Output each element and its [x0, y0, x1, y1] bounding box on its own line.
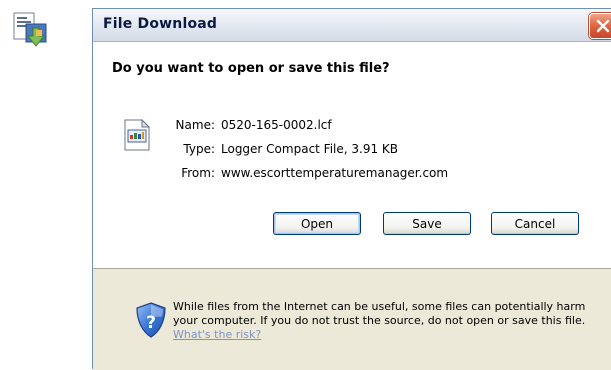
file-source-value: www.escorttemperaturemanager.com — [221, 166, 449, 180]
security-warning-panel: ? While files from the Internet can be u… — [93, 270, 611, 370]
close-icon — [596, 19, 610, 33]
whats-the-risk-link[interactable]: What's the risk? — [173, 328, 261, 341]
open-button[interactable]: Open — [273, 212, 361, 235]
file-name-value: 0520-165-0002.lcf — [221, 118, 332, 132]
dialog-body: Do you want to open or save this file? N… — [93, 42, 611, 268]
security-warning-text: While files from the Internet can be use… — [173, 300, 608, 342]
file-name-label: Name: — [175, 118, 215, 132]
close-button[interactable] — [589, 13, 611, 39]
save-button[interactable]: Save — [383, 212, 471, 235]
svg-text:?: ? — [146, 313, 156, 333]
file-name-row: Name: 0520-165-0002.lcf — [93, 117, 611, 133]
dialog-title: File Download — [103, 16, 218, 32]
file-type-value: Logger Compact File, 3.91 KB — [221, 142, 399, 156]
security-shield-icon: ? — [135, 302, 167, 338]
file-source-row: From: www.escorttemperaturemanager.com — [93, 165, 611, 181]
dialog-question: Do you want to open or save this file? — [112, 61, 390, 76]
warning-message: While files from the Internet can be use… — [173, 300, 586, 327]
cancel-button[interactable]: Cancel — [491, 212, 579, 235]
file-download-program-icon[interactable] — [10, 10, 50, 50]
file-source-label: From: — [181, 166, 215, 180]
title-bar[interactable]: File Download — [93, 9, 611, 42]
file-type-label: Type: — [183, 142, 215, 156]
file-type-row: Type: Logger Compact File, 3.91 KB — [93, 141, 611, 157]
file-download-dialog: File Download Do you want to open or sav… — [92, 8, 611, 370]
